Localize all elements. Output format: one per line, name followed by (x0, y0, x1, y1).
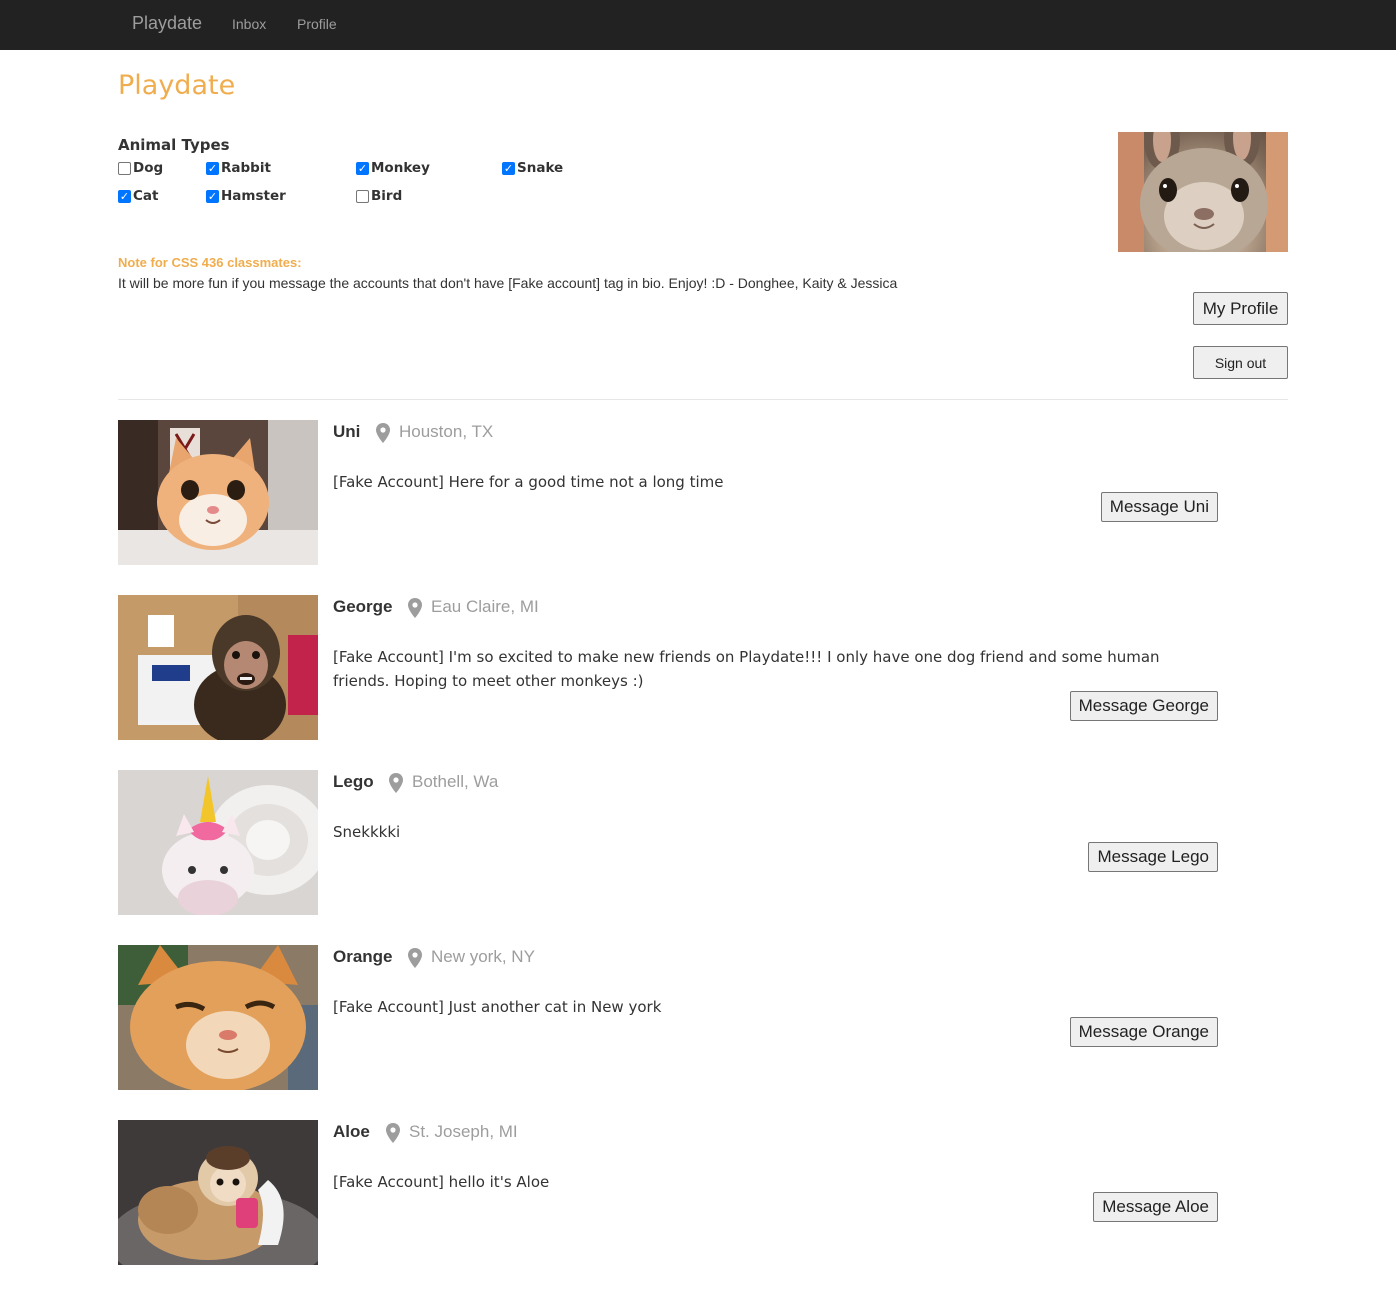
cat-photo-art (118, 945, 318, 1090)
location-pin-icon (386, 1123, 400, 1143)
profile-location: St. Joseph, MI (409, 1122, 518, 1141)
profile-name: Lego (333, 772, 374, 791)
divider (118, 399, 1288, 400)
profile-location: Eau Claire, MI (431, 597, 539, 616)
profile-card: Orange New york, NY [Fake Account] Just … (118, 945, 1218, 1090)
filter-label: Hamster (221, 188, 286, 204)
profile-name: George (333, 597, 393, 616)
filter-label: Rabbit (221, 160, 271, 176)
filter-dog[interactable]: Dog (118, 160, 163, 176)
filter-label: Bird (371, 188, 403, 204)
filter-monkey[interactable]: Monkey (356, 160, 430, 176)
profile-card: Uni Houston, TX [Fake Account] Here for … (118, 420, 1218, 565)
my-profile-button[interactable]: My Profile (1193, 292, 1288, 325)
message-aloe-button[interactable]: Message Aloe (1093, 1192, 1218, 1222)
profile-name: Orange (333, 947, 393, 966)
profile-location: Houston, TX (399, 422, 494, 441)
location-pin-icon (389, 773, 403, 793)
profile-name: Aloe (333, 1122, 370, 1141)
monkey-photo-art (118, 595, 318, 740)
profile-card: Aloe St. Joseph, MI [Fake Account] hello… (118, 1120, 1218, 1265)
bird-checkbox[interactable] (356, 189, 369, 203)
profile-card: George Eau Claire, MI [Fake Account] I'm… (118, 595, 1218, 740)
navbar: Playdate Inbox Profile (0, 0, 1396, 50)
profile-bio: Snekkkki (333, 823, 401, 841)
profile-bio: [Fake Account] Just another cat in New y… (333, 998, 662, 1016)
rabbit-photo-art (1118, 132, 1288, 252)
profile-card: Lego Bothell, Wa Snekkkki Message Lego (118, 770, 1218, 915)
rabbit-checkbox[interactable] (206, 161, 219, 175)
snake-checkbox[interactable] (502, 161, 515, 175)
filter-bird[interactable]: Bird (356, 188, 402, 204)
nav-link-inbox[interactable]: Inbox (232, 16, 266, 32)
filter-snake[interactable]: Snake (502, 160, 563, 176)
profile-bio: [Fake Account] I'm so excited to make ne… (333, 648, 1160, 690)
snake-photo-art (118, 770, 318, 915)
profile-bio: [Fake Account] Here for a good time not … (333, 473, 724, 491)
cat-photo[interactable] (118, 420, 318, 565)
filter-label: Cat (133, 188, 159, 204)
message-lego-button[interactable]: Message Lego (1088, 842, 1218, 872)
filter-label: Dog (133, 160, 164, 176)
filter-cat[interactable]: Cat (118, 188, 158, 204)
hamster-checkbox[interactable] (206, 189, 219, 203)
location-pin-icon (376, 423, 390, 443)
page-title: Playdate (118, 70, 236, 101)
sign-out-button[interactable]: Sign out (1193, 346, 1288, 379)
profile-name: Uni (333, 422, 361, 441)
cat-photo[interactable] (118, 945, 318, 1090)
snake-photo[interactable] (118, 770, 318, 915)
monkey-photo[interactable] (118, 1120, 318, 1265)
note-title: Note for CSS 436 classmates: (118, 255, 302, 270)
cat-photo-art (118, 420, 318, 565)
navbar-brand[interactable]: Playdate (132, 13, 202, 34)
cat-checkbox[interactable] (118, 189, 131, 203)
monkey-checkbox[interactable] (356, 161, 369, 175)
profile-bio: [Fake Account] hello it's Aloe (333, 1173, 550, 1191)
location-pin-icon (408, 598, 422, 618)
dog-checkbox[interactable] (118, 161, 131, 175)
profile-location: New york, NY (431, 947, 535, 966)
message-uni-button[interactable]: Message Uni (1100, 492, 1218, 522)
note-text: It will be more fun if you message the a… (118, 275, 898, 291)
rabbit-photo (1118, 132, 1288, 252)
profile-location: Bothell, Wa (412, 772, 499, 791)
monkey-photo-art (118, 1120, 318, 1265)
filter-label: Snake (517, 160, 564, 176)
location-pin-icon (408, 948, 422, 968)
nav-link-profile[interactable]: Profile (297, 16, 337, 32)
filter-hamster[interactable]: Hamster (206, 188, 286, 204)
filter-rabbit[interactable]: Rabbit (206, 160, 271, 176)
filter-label: Monkey (371, 160, 430, 176)
monkey-photo[interactable] (118, 595, 318, 740)
animal-types-heading: Animal Types (118, 136, 230, 154)
message-orange-button[interactable]: Message Orange (1069, 1017, 1218, 1047)
message-george-button[interactable]: Message George (1069, 691, 1218, 721)
